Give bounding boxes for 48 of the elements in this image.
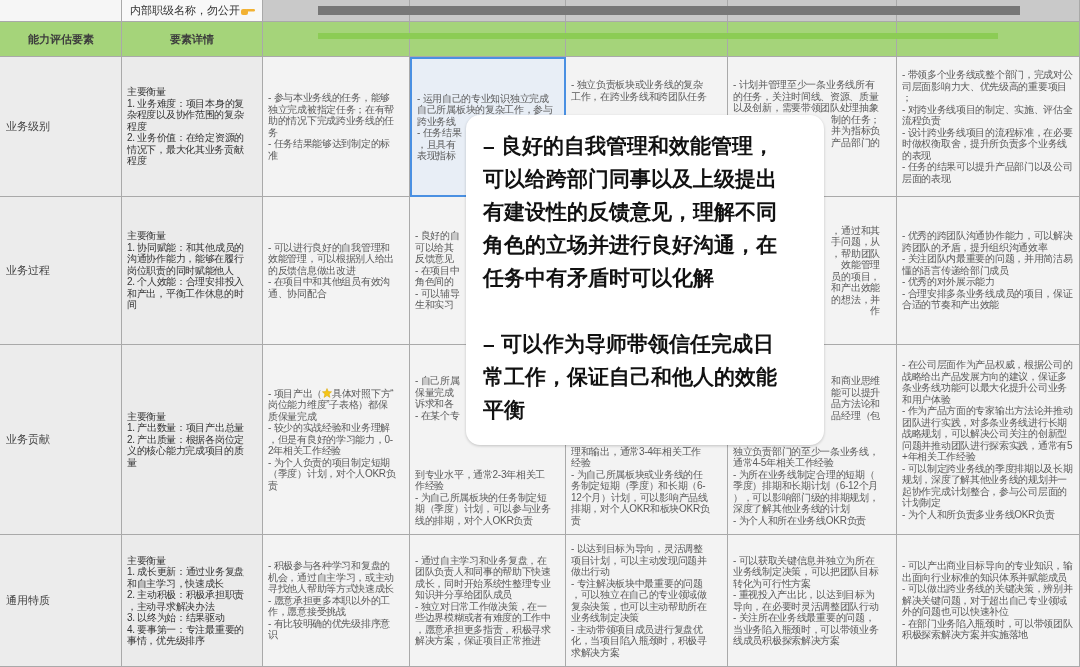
cell-text: 手问题，从	[831, 236, 880, 248]
cell-text: 独立负责部门的至少一条业务线，通常4-5年相关工作经验 - 为所在业务线制定合理的短期（季度）排期和长期计划（6-12个月），可以影响部门级的排期规划，深度了解其他业务线的计划 - 为个人和所在业务线OKR负责	[733, 445, 880, 526]
cell-text: - 自己所属	[415, 375, 460, 387]
cell-text: 理和输出，通常3-4年相关工作经验 - 为自己所属板块或业务线的任务制定短期（季度）和长期（6-12个月）计划，可以影响产品线排期，对个人OKR和板块OKR负责	[571, 445, 710, 526]
table-cell: 主要衡量 1. 成长更新：通过业务复盘和自主学习，快速成长 2. 主动积极：积极承担职责，主动寻求解决办法 3. 以终为始：结果驱动 4. 要事第一：专注最重要的事情，优先级排序	[122, 535, 263, 667]
cell-text: 角色间的	[415, 276, 454, 288]
cell-text: 能可以提升	[831, 386, 880, 398]
cell-text: 制的任务；	[831, 113, 880, 125]
cell-text: 保量完成	[415, 386, 454, 398]
cell-text: 反馈意见	[415, 253, 454, 265]
cell-text: - 运用自己的专业知识独立完成自己所属板块的复杂工作，参与	[417, 92, 553, 116]
cell-text: ，且具有	[417, 138, 456, 150]
column-header: 能力评估要素	[0, 22, 122, 57]
cell-text: - 独立负责板块或业务线的复杂工作，在跨业务线和跨团队任务	[571, 79, 708, 102]
row-header: 业务级别	[0, 57, 122, 197]
row-header: 通用特质	[0, 535, 122, 667]
cell-text: - 计划并管理至少一条业务线所有的任务，关注时间线、资源、质量以及创新，需要带领团队处理抽象	[733, 79, 880, 114]
cell-text: 和商业思维	[831, 375, 880, 387]
cell-text: ，通过和其	[831, 224, 880, 236]
cell-text: ，帮助团队	[831, 247, 880, 259]
cell-text: 到专业水平，通常2-3年相关工作经验 - 为自己所属板块的任务制定短期（季度）计划，可以参与业务线的排期，对个人OKR负责	[415, 468, 552, 526]
cell-text: 效能管理	[841, 259, 880, 271]
cell-text: 可以给其	[415, 241, 454, 253]
cell-text: 诉求和各	[415, 398, 454, 410]
cell-text: - 在项目中	[415, 264, 460, 277]
column-header: 要素详情	[122, 22, 263, 57]
cell-text: 品方法论和	[831, 398, 880, 410]
header-note: 内部职级名称，勿公开	[129, 3, 240, 19]
row-header: 业务贡献	[0, 345, 122, 535]
table-cell: 主要衡量 1. 产出数量：项目产出总量 2. 产出质量：根据各岗位定义的核心能力完成项目的质量	[122, 345, 263, 535]
cell-text: 和产出效能	[831, 282, 880, 294]
table-cell: 主要衡量 1. 业务难度：项目本身的复杂程度以及协作范围的复杂程度 2. 业务价值：在给定资源的情况下，最大化其业务贡献程度	[122, 57, 263, 197]
cell-text: - 良好的自	[415, 230, 460, 242]
cell-text: 品经理（包	[831, 409, 880, 421]
cell-text: 作	[870, 305, 880, 317]
cell-text: 表现指标	[417, 150, 456, 162]
cell-text: 的想法，并	[831, 293, 880, 305]
cell-text: 生和实习	[415, 299, 454, 311]
row-header: 业务过程	[0, 197, 122, 345]
cell-text: 产品部门的	[831, 136, 880, 148]
cell-text: - 任务结果	[417, 127, 462, 139]
cell-text: 跨业务线	[417, 115, 456, 127]
cell-text: - 在某个专	[415, 409, 460, 421]
cell-text: 并为指标负	[831, 125, 880, 137]
cell-text: - 可以辅导	[415, 287, 460, 300]
cell-text: - 项目产出（ 具体对照下方“岗位能力维度”子表格）都保质保量完成 - 较少的实战经验和业务理解，但是有良好的学习能力，0-2年相关工作经验 - 为个人负责的项目制定短期（季度）计划，对个人OKR负责	[268, 387, 397, 492]
cell-text: 员的项目，	[831, 270, 880, 282]
table-cell: 主要衡量 1. 协同赋能：和其他成员的沟通协作能力，能够在履行岗位职责的同时赋能他人 2. 个人效能：合理安排投入和产出，平衡工作休息的时间	[122, 197, 263, 345]
